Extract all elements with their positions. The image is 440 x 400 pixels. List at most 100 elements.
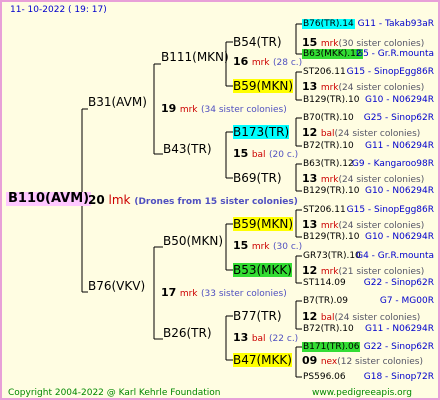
gen4-ancestor-name: B171(TR).06	[302, 342, 361, 352]
gen4-location: G15 - SinopEgg86R	[346, 67, 434, 77]
gen4-ancestor: B63(MKK).12	[302, 47, 363, 61]
gen4-location: G11 - N06294R	[364, 141, 434, 151]
gen4-ancestor-name: B72(TR).10	[303, 324, 354, 334]
gen2-mating-info: 16 mrk (28 c.)	[233, 55, 302, 70]
gen2-abbr: bal	[251, 150, 266, 160]
gen3-note: (24 sister colonies)	[334, 129, 421, 139]
pedigree-panel: 11- 10-2022 ( 19: 17) B110(AVM) 20 lmk (…	[0, 0, 440, 400]
gen3-queen-name: B59(MKN)	[233, 79, 294, 93]
gen4-ancestor-name: B129(TR).10	[303, 186, 360, 196]
gen4-ancestor: B7(TR).09	[302, 294, 349, 308]
gen4-ancestor: B63(TR).12	[302, 157, 355, 171]
gen4-ancestor-name: GR73(TR).10	[303, 251, 361, 261]
gen4-location: G11 - Takab93aR	[357, 19, 434, 29]
gen4-ancestor: ST206.11	[302, 203, 347, 217]
gen4-ancestor: B171(TR).06	[302, 340, 361, 354]
gen4-location: G5 - Gr.R.mounta	[356, 49, 434, 59]
gen3-note: (12 sister colonies)	[337, 357, 423, 367]
gen2-note: (30 c.)	[273, 242, 303, 252]
gen3-queen-name: B47(MKK)	[233, 353, 292, 367]
gen4-ancestor-name: B63(TR).12	[303, 159, 354, 169]
gen4-ancestor-name: B72(TR).10	[303, 141, 354, 151]
gen4-ancestor: B129(TR).10	[302, 230, 360, 244]
gen3-count: 12	[302, 126, 318, 139]
gen2-mating-info: 15 bal (20 c.)	[233, 147, 298, 162]
gen4-ancestor-name: B76(TR).14	[302, 19, 355, 29]
gen4-location: G7 - MG00R	[379, 296, 434, 306]
gen2-abbr: mrk	[251, 242, 270, 252]
gen4-ancestor-name: B63(MKK).12	[302, 49, 363, 59]
gen3-queen-name: B54(TR)	[233, 35, 282, 49]
gen4-ancestor: B70(TR).10	[302, 111, 355, 125]
gen4-ancestor: B72(TR).10	[302, 139, 355, 153]
gen3-abbr: bal	[320, 129, 335, 139]
gen1-note: (33 sister colonies)	[201, 289, 287, 299]
gen4-ancestor-name: B129(TR).10	[303, 95, 360, 105]
gen2-queen-name: B26(TR)	[163, 326, 212, 340]
gen4-ancestor: B129(TR).10	[302, 93, 360, 107]
gen2-mating-info: 15 mrk (30 c.)	[233, 239, 302, 254]
gen4-location: G22 - Sinop62R	[363, 278, 434, 288]
gen2-queen-name: B50(MKN)	[163, 234, 224, 248]
gen4-ancestor: B76(TR).14	[302, 17, 355, 31]
gen3-queen-name: B173(TR)	[233, 125, 290, 139]
site-link[interactable]: www.pedigreeapis.org	[312, 386, 412, 398]
root-count: 20	[88, 193, 105, 207]
gen4-ancestor-name: ST206.11	[303, 205, 346, 215]
gen4-location: G10 - N06294R	[364, 186, 434, 196]
gen4-location: G10 - N06294R	[364, 232, 434, 242]
root-note: (Drones from 15 sister colonies)	[134, 197, 298, 207]
gen3-queen-name: B69(TR)	[233, 171, 282, 185]
gen1-mating-info: 19 mrk (34 sister colonies)	[161, 102, 287, 117]
report-date: 11- 10-2022 ( 19: 17)	[10, 5, 107, 15]
gen4-location: G4 - Gr.R.mounta	[356, 251, 434, 261]
gen2-note: (20 c.)	[269, 150, 299, 160]
gen2-count: 15	[233, 239, 249, 252]
gen4-location: G15 - SinopEgg86R	[346, 205, 434, 215]
gen3-mating-info: 09 nex(12 sister colonies)	[302, 354, 423, 369]
gen3-note: (24 sister colonies)	[338, 83, 425, 93]
gen3-queen-name: B53(MKK)	[233, 263, 292, 277]
gen4-ancestor: PS596.06	[302, 370, 347, 384]
gen3-count: 13	[302, 80, 318, 93]
gen4-location: G11 - N06294R	[364, 324, 434, 334]
root-queen-name: B110(AVM)	[6, 191, 92, 206]
gen4-ancestor: B72(TR).10	[302, 322, 355, 336]
gen2-note: (28 c.)	[273, 58, 303, 68]
root-mating-info: 20 lmk (Drones from 15 sister colonies)	[88, 193, 298, 209]
gen4-ancestor-name: ST114.09	[303, 278, 346, 288]
gen4-ancestor: B129(TR).10	[302, 184, 360, 198]
gen4-ancestor-name: B7(TR).09	[303, 296, 348, 306]
gen4-ancestor-name: PS596.06	[303, 372, 346, 382]
root-abbr: lmk	[108, 193, 131, 207]
gen2-count: 15	[233, 147, 249, 160]
gen3-queen-name: B77(TR)	[233, 309, 282, 323]
gen4-ancestor-name: ST206.11	[303, 67, 346, 77]
gen4-location: G18 - Sinop72R	[363, 372, 434, 382]
gen4-ancestor-name: B129(TR).10	[303, 232, 360, 242]
gen2-note: (22 c.)	[269, 334, 299, 344]
gen4-location: G10 - N06294R	[364, 95, 434, 105]
gen4-location: G22 - Sinop62R	[363, 342, 434, 352]
gen1-count: 19	[161, 102, 177, 115]
gen4-location: G25 - Sinop62R	[363, 113, 434, 123]
gen2-count: 16	[233, 55, 249, 68]
gen1-abbr: mrk	[179, 289, 198, 299]
gen2-queen-name: B43(TR)	[163, 142, 212, 156]
copyright-text: Copyright 2004-2022 @ Karl Kehrle Founda…	[8, 388, 221, 398]
gen2-mating-info: 13 bal (22 c.)	[233, 331, 298, 346]
gen3-abbr: nex	[320, 357, 338, 367]
gen3-count: 09	[302, 354, 318, 367]
gen1-mating-info: 17 mrk (33 sister colonies)	[161, 286, 287, 301]
gen4-location: G9 - Kangaroo98R	[351, 159, 434, 169]
gen1-queen-name: B76(VKV)	[88, 279, 146, 293]
gen1-abbr: mrk	[179, 105, 198, 115]
gen1-note: (34 sister colonies)	[201, 105, 287, 115]
gen4-ancestor: ST206.11	[302, 65, 347, 79]
gen2-count: 13	[233, 331, 249, 344]
gen3-queen-name: B59(MKN)	[233, 217, 294, 231]
gen2-abbr: bal	[251, 334, 266, 344]
gen4-ancestor: ST114.09	[302, 276, 347, 290]
gen4-ancestor: GR73(TR).10	[302, 249, 362, 263]
gen2-abbr: mrk	[251, 58, 270, 68]
